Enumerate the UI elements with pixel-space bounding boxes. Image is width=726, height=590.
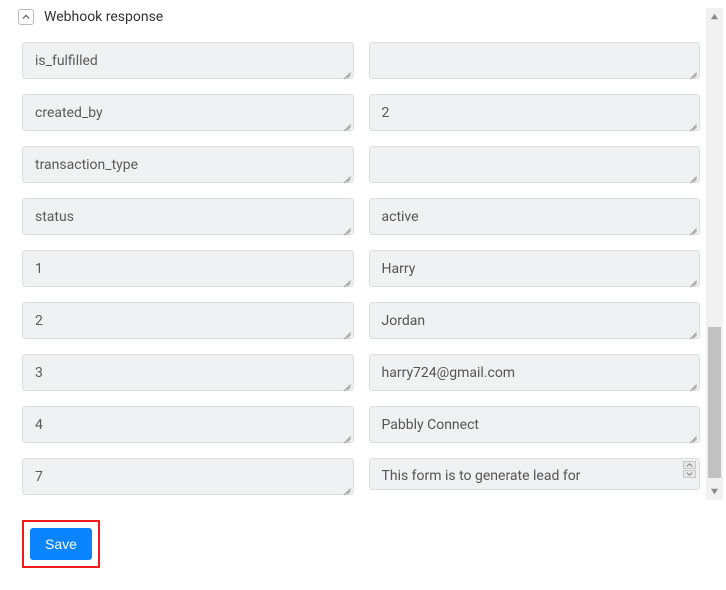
- section-header: Webhook response: [0, 0, 726, 34]
- resize-handle-icon: [687, 430, 697, 440]
- key-text: 1: [35, 261, 43, 277]
- value-text: active: [382, 209, 419, 225]
- value-text: This form is to generate lead for: [382, 468, 581, 484]
- response-row: is_fulfilled: [22, 42, 700, 79]
- response-row: 7 This form is to generate lead for: [22, 458, 700, 495]
- resize-handle-icon: [341, 482, 351, 492]
- spinner-control[interactable]: [683, 461, 696, 478]
- value-text: Harry: [382, 261, 416, 277]
- response-rows: is_fulfilled created_by 2 transaction_ty…: [22, 42, 700, 495]
- response-row: 2 Jordan: [22, 302, 700, 339]
- value-field[interactable]: active: [369, 198, 701, 235]
- key-text: 4: [35, 417, 43, 433]
- response-row: 3 harry724@gmail.com: [22, 354, 700, 391]
- chevron-up-icon: [22, 13, 30, 21]
- value-field[interactable]: Jordan: [369, 302, 701, 339]
- value-field[interactable]: Harry: [369, 250, 701, 287]
- value-field[interactable]: Pabbly Connect: [369, 406, 701, 443]
- scrollbar-track[interactable]: [706, 25, 723, 483]
- response-row: created_by 2: [22, 94, 700, 131]
- resize-handle-icon: [341, 222, 351, 232]
- key-field[interactable]: 2: [22, 302, 354, 339]
- response-row: status active: [22, 198, 700, 235]
- save-area: Save: [22, 520, 100, 568]
- highlight-annotation: Save: [22, 520, 100, 568]
- key-text: created_by: [35, 105, 103, 121]
- value-field[interactable]: [369, 42, 701, 79]
- value-field[interactable]: harry724@gmail.com: [369, 354, 701, 391]
- vertical-scrollbar[interactable]: [706, 8, 723, 500]
- resize-handle-icon: [687, 326, 697, 336]
- resize-handle-icon: [687, 378, 697, 388]
- save-button[interactable]: Save: [30, 528, 92, 560]
- key-text: is_fulfilled: [35, 53, 98, 69]
- value-field[interactable]: [369, 146, 701, 183]
- key-field[interactable]: 4: [22, 406, 354, 443]
- spinner-down-icon[interactable]: [683, 470, 696, 478]
- response-row: 4 Pabbly Connect: [22, 406, 700, 443]
- resize-handle-icon: [341, 274, 351, 284]
- value-text: 2: [382, 105, 390, 121]
- key-text: transaction_type: [35, 157, 138, 173]
- spinner-up-icon[interactable]: [683, 461, 696, 469]
- key-field[interactable]: 3: [22, 354, 354, 391]
- collapse-toggle[interactable]: [18, 9, 34, 25]
- value-text: Jordan: [382, 313, 426, 329]
- resize-handle-icon: [687, 66, 697, 76]
- resize-handle-icon: [341, 326, 351, 336]
- scrollbar-thumb[interactable]: [708, 327, 721, 478]
- resize-handle-icon: [341, 66, 351, 76]
- key-field[interactable]: transaction_type: [22, 146, 354, 183]
- scroll-up-button[interactable]: [706, 8, 723, 25]
- key-text: 7: [35, 469, 43, 485]
- key-field[interactable]: 1: [22, 250, 354, 287]
- resize-handle-icon: [687, 274, 697, 284]
- value-field[interactable]: 2: [369, 94, 701, 131]
- resize-handle-icon: [687, 170, 697, 180]
- resize-handle-icon: [341, 118, 351, 128]
- section-title: Webhook response: [44, 9, 163, 25]
- response-row: transaction_type: [22, 146, 700, 183]
- resize-handle-icon: [341, 378, 351, 388]
- key-field[interactable]: is_fulfilled: [22, 42, 354, 79]
- key-text: 3: [35, 365, 43, 381]
- key-text: 2: [35, 313, 43, 329]
- key-field[interactable]: created_by: [22, 94, 354, 131]
- response-row: 1 Harry: [22, 250, 700, 287]
- resize-handle-icon: [687, 118, 697, 128]
- webhook-response-panel: is_fulfilled created_by 2 transaction_ty…: [0, 34, 700, 590]
- value-text: harry724@gmail.com: [382, 365, 516, 381]
- key-text: status: [35, 209, 74, 225]
- resize-handle-icon: [341, 170, 351, 180]
- resize-handle-icon: [341, 430, 351, 440]
- value-text: Pabbly Connect: [382, 417, 480, 433]
- resize-handle-icon: [687, 222, 697, 232]
- key-field[interactable]: 7: [22, 458, 354, 495]
- scroll-down-button[interactable]: [706, 483, 723, 500]
- key-field[interactable]: status: [22, 198, 354, 235]
- value-field[interactable]: This form is to generate lead for: [369, 458, 701, 490]
